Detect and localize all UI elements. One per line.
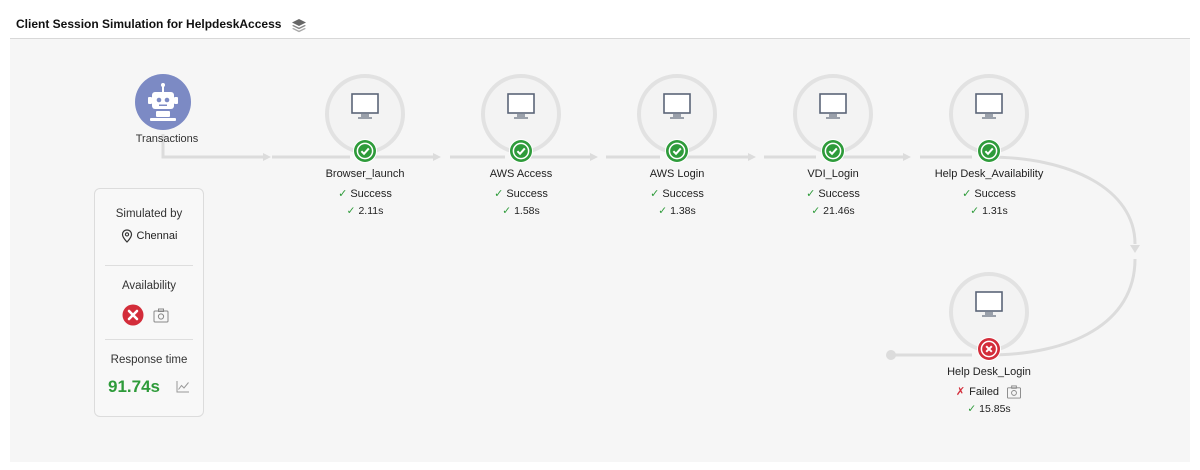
check-icon: ✓ bbox=[338, 188, 348, 200]
monitor-icon bbox=[351, 93, 379, 119]
step-status: ✓ Success bbox=[610, 187, 744, 200]
step-status-text: Failed bbox=[969, 386, 1000, 398]
step-time-value: 1.31s bbox=[982, 205, 1008, 217]
step-status-text: Success bbox=[974, 188, 1016, 200]
divider bbox=[105, 265, 193, 266]
step-name: Help Desk_Login bbox=[947, 366, 1031, 378]
summary-card: Simulated by Chennai Availability Respon… bbox=[94, 188, 204, 417]
step-time: ✓ 21.46s bbox=[766, 205, 900, 217]
transactions-label: Transactions bbox=[135, 133, 199, 145]
step-status: ✓ Success bbox=[766, 187, 900, 200]
panel-title: Client Session Simulation for HelpdeskAc… bbox=[16, 17, 282, 31]
step-status-text: Success bbox=[350, 188, 392, 200]
step-time-value: 1.58s bbox=[514, 205, 540, 217]
step-time: ✓ 1.38s bbox=[610, 205, 744, 217]
availability-label: Availability bbox=[121, 280, 177, 292]
step-status-text: Success bbox=[662, 188, 704, 200]
success-status-icon bbox=[821, 139, 845, 163]
snapshot-camera-icon[interactable] bbox=[153, 308, 169, 323]
check-icon: ✓ bbox=[806, 188, 816, 200]
success-status-icon bbox=[353, 139, 377, 163]
step-status-text: Success bbox=[506, 188, 548, 200]
step-time: ✓ 1.31s bbox=[922, 205, 1056, 217]
check-icon: ✓ bbox=[494, 188, 504, 200]
response-time-value: 91.74s bbox=[108, 377, 160, 396]
step-name: AWS Access bbox=[489, 168, 553, 180]
monitor-icon bbox=[975, 291, 1003, 317]
check-icon: ✓ bbox=[346, 205, 356, 217]
failed-status-icon bbox=[977, 337, 1001, 361]
step-status: ✓ Success bbox=[298, 187, 432, 200]
check-icon: ✓ bbox=[811, 205, 821, 217]
check-icon: ✓ bbox=[962, 188, 972, 200]
step-status: ✓ Success bbox=[922, 187, 1056, 200]
location: Chennai bbox=[95, 229, 203, 243]
divider bbox=[105, 339, 193, 340]
trend-chart-icon[interactable] bbox=[176, 380, 190, 393]
panel-header: Client Session Simulation for HelpdeskAc… bbox=[10, 10, 1190, 39]
step-name: Help Desk_Availability bbox=[934, 168, 1044, 180]
check-icon: ✓ bbox=[967, 403, 977, 415]
step-name: Browser_launch bbox=[325, 168, 405, 180]
location-value: Chennai bbox=[136, 229, 178, 242]
step-status-text: Success bbox=[818, 188, 860, 200]
step-time-value: 15.85s bbox=[979, 403, 1011, 415]
step-status: ✓ Success bbox=[454, 187, 588, 200]
monitor-icon bbox=[975, 93, 1003, 119]
step-status: ✗ Failed bbox=[922, 385, 1056, 399]
success-status-icon bbox=[509, 139, 533, 163]
step-time: ✓ 2.11s bbox=[298, 205, 432, 217]
check-icon: ✓ bbox=[970, 205, 980, 217]
flow-canvas: Transactions Simulated by Chennai Availa… bbox=[10, 39, 1190, 462]
step-time-value: 1.38s bbox=[670, 205, 696, 217]
cross-icon: ✗ bbox=[955, 386, 966, 398]
step-time-value: 2.11s bbox=[358, 205, 384, 217]
check-icon: ✓ bbox=[650, 188, 660, 200]
step-time-value: 21.46s bbox=[823, 205, 855, 217]
layers-icon[interactable] bbox=[291, 17, 307, 33]
response-time-label: Response time bbox=[110, 354, 188, 366]
step-name: AWS Login bbox=[649, 168, 705, 180]
check-icon: ✓ bbox=[658, 205, 668, 217]
location-pin-icon bbox=[121, 229, 132, 243]
monitor-icon bbox=[663, 93, 691, 119]
simulated-by-label: Simulated by bbox=[115, 208, 183, 220]
success-status-icon bbox=[665, 139, 689, 163]
failed-status-icon bbox=[122, 304, 144, 326]
monitor-icon bbox=[507, 93, 535, 119]
step-name: VDI_Login bbox=[807, 168, 859, 180]
snapshot-camera-icon[interactable] bbox=[1006, 385, 1022, 399]
success-status-icon bbox=[977, 139, 1001, 163]
monitor-icon bbox=[819, 93, 847, 119]
step-time: ✓ 1.58s bbox=[454, 205, 588, 217]
robot-icon[interactable] bbox=[135, 74, 191, 130]
simulation-panel: Client Session Simulation for HelpdeskAc… bbox=[10, 10, 1190, 462]
step-time: ✓ 15.85s bbox=[922, 403, 1056, 415]
check-icon: ✓ bbox=[502, 205, 512, 217]
